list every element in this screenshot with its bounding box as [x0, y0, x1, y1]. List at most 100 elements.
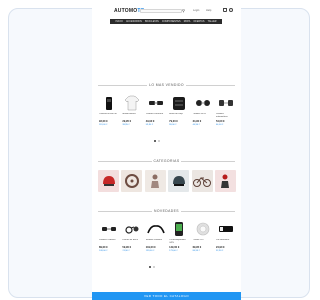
category-tile[interactable] [98, 170, 119, 192]
product-card[interactable]: Camara accion 4K 92,00 € 119,00 € [98, 94, 119, 134]
product-name: Casete 11v [192, 239, 204, 241]
product-name: Pedales carbono [99, 239, 116, 241]
product-card[interactable]: Maillot blanco 29,95 € 39,95 € [121, 94, 142, 134]
nav-item[interactable]: Inicio [116, 20, 123, 23]
footer-banner-text: Ver todo el catalogo [143, 294, 189, 298]
featured-products: Camara accion 4K 92,00 € 119,00 € Maillo… [98, 94, 236, 134]
product-card[interactable]: Ciclocomputador GPS 149,00 € 179,00 € [168, 220, 189, 260]
product-price: 119,00 € [145, 246, 156, 249]
product-name: Pedales MTB [192, 113, 206, 115]
user-icon[interactable] [229, 8, 233, 12]
pedal-icon [194, 94, 212, 111]
product-old-price: 139,00 € [145, 250, 155, 252]
product-price: 89,00 € [99, 246, 108, 249]
search-input[interactable] [140, 9, 182, 13]
product-card[interactable]: Frenos de disco 59,90 € 74,90 € [121, 220, 142, 260]
category-tile[interactable] [214, 170, 236, 192]
pagination-dot[interactable] [149, 266, 151, 268]
category-tile[interactable] [121, 170, 143, 192]
featured-title-text: LO MAS VENDIDO [147, 83, 186, 87]
nav-item[interactable]: Ropa [184, 20, 191, 23]
handlebar-icon [147, 220, 165, 237]
product-card[interactable]: Pedales carbono 89,00 € 109,00 € [98, 220, 119, 260]
brake-icon [123, 220, 141, 237]
product-name: Manillar carbono [145, 239, 162, 241]
footer-banner[interactable]: Ver todo el catalogo [92, 292, 241, 300]
product-old-price: 39,95 € [122, 124, 130, 126]
product-price: 54,00 € [215, 120, 225, 123]
rider-icon [221, 174, 230, 188]
search-icon[interactable]: ⚲ [182, 8, 187, 13]
bike-icon [193, 177, 212, 187]
product-old-price: 179,00 € [169, 250, 178, 252]
category-tile[interactable] [168, 170, 190, 192]
logo-text: AUTOMO [114, 8, 138, 14]
pagination-dot[interactable] [153, 266, 155, 268]
wheel-icon [124, 174, 139, 188]
section-title: CATEGORIAS [98, 158, 235, 164]
pagination-dot[interactable] [158, 140, 160, 142]
product-card[interactable]: Luz delantera 24,90 € 32,90 € [215, 220, 236, 260]
novelty-pagination [149, 266, 155, 268]
pagination-dot[interactable] [154, 140, 156, 142]
categories-title-text: CATEGORIAS [151, 159, 182, 163]
category-tiles [98, 170, 236, 192]
featured-heading: LO MAS VENDIDO [98, 82, 235, 88]
product-old-price: 32,90 € [215, 250, 224, 252]
product-name: Luz delantera [215, 239, 230, 241]
nav-item[interactable]: Taller [208, 20, 217, 23]
product-price: 34,90 € [192, 120, 202, 123]
category-tile[interactable] [191, 170, 213, 192]
bag-icon [170, 94, 188, 111]
novelties-title-text: NOVEDADES [152, 209, 181, 213]
product-name: Bolsa de viaje [169, 113, 183, 115]
product-price: 49,90 € [145, 120, 155, 123]
cart-icon[interactable] [223, 8, 227, 12]
product-name: Pedales carretera [145, 113, 164, 115]
webpage-preview: AUTOMOTO ⚲ Login Help Inicio Accesorios … [92, 4, 241, 300]
product-card[interactable]: Pedales carretera 49,90 € 59,90 € [145, 94, 166, 134]
rider-icon [151, 174, 160, 188]
cassette-icon [194, 220, 212, 237]
shirt-icon [123, 94, 141, 111]
phone-icon [170, 220, 188, 237]
help-link[interactable]: Help [206, 9, 211, 12]
nav-item[interactable]: Bicicletas [145, 20, 159, 23]
helmet-icon [172, 176, 185, 186]
light-icon [217, 220, 235, 237]
product-old-price: 59,90 € [145, 124, 154, 126]
product-card[interactable]: Pedales MTB 34,90 € 44,90 € [192, 94, 213, 134]
pedal-icon [217, 94, 235, 111]
product-card[interactable]: Manillar carbono 119,00 € 139,00 € [145, 220, 166, 260]
product-card[interactable]: Casete 11v 69,95 € 84,95 € [192, 220, 213, 260]
category-tile[interactable] [144, 170, 166, 192]
product-price: 92,00 € [99, 120, 108, 123]
nav-item[interactable]: Accesorios [126, 20, 142, 23]
product-name: Ciclocomputador GPS [169, 239, 186, 244]
product-name: Camara accion 4K [99, 113, 117, 115]
section-title: NOVEDADES [98, 208, 235, 214]
product-name: Pedales automaticos [215, 113, 228, 118]
nav-item[interactable]: Ofertas [193, 20, 204, 23]
section-title: LO MAS VENDIDO [98, 82, 235, 88]
product-old-price: 84,95 € [192, 250, 200, 252]
product-card[interactable]: Bolsa de viaje 79,00 € 99,00 € [168, 94, 189, 134]
product-old-price: 74,90 € [122, 250, 130, 252]
site-header: AUTOMOTO ⚲ Login Help [92, 4, 241, 19]
product-old-price: 119,00 € [99, 124, 108, 126]
product-price: 59,90 € [122, 246, 132, 249]
product-price: 149,00 € [169, 246, 180, 249]
product-card[interactable]: Pedales automaticos 54,00 € 64,00 € [215, 94, 236, 134]
pedal-icon [147, 94, 165, 111]
product-name: Frenos de disco [122, 239, 138, 241]
login-link[interactable]: Login [193, 9, 199, 12]
helmet-icon [102, 176, 115, 186]
product-price: 29,95 € [122, 120, 132, 123]
featured-pagination [154, 140, 160, 142]
main-nav: Inicio Accesorios Bicicletas Componentes… [110, 19, 222, 24]
nav-item[interactable]: Componentes [162, 20, 181, 23]
product-price: 24,90 € [215, 246, 225, 249]
product-price: 79,00 € [169, 120, 178, 123]
camera-icon [100, 94, 118, 111]
pedal-icon [100, 220, 118, 237]
